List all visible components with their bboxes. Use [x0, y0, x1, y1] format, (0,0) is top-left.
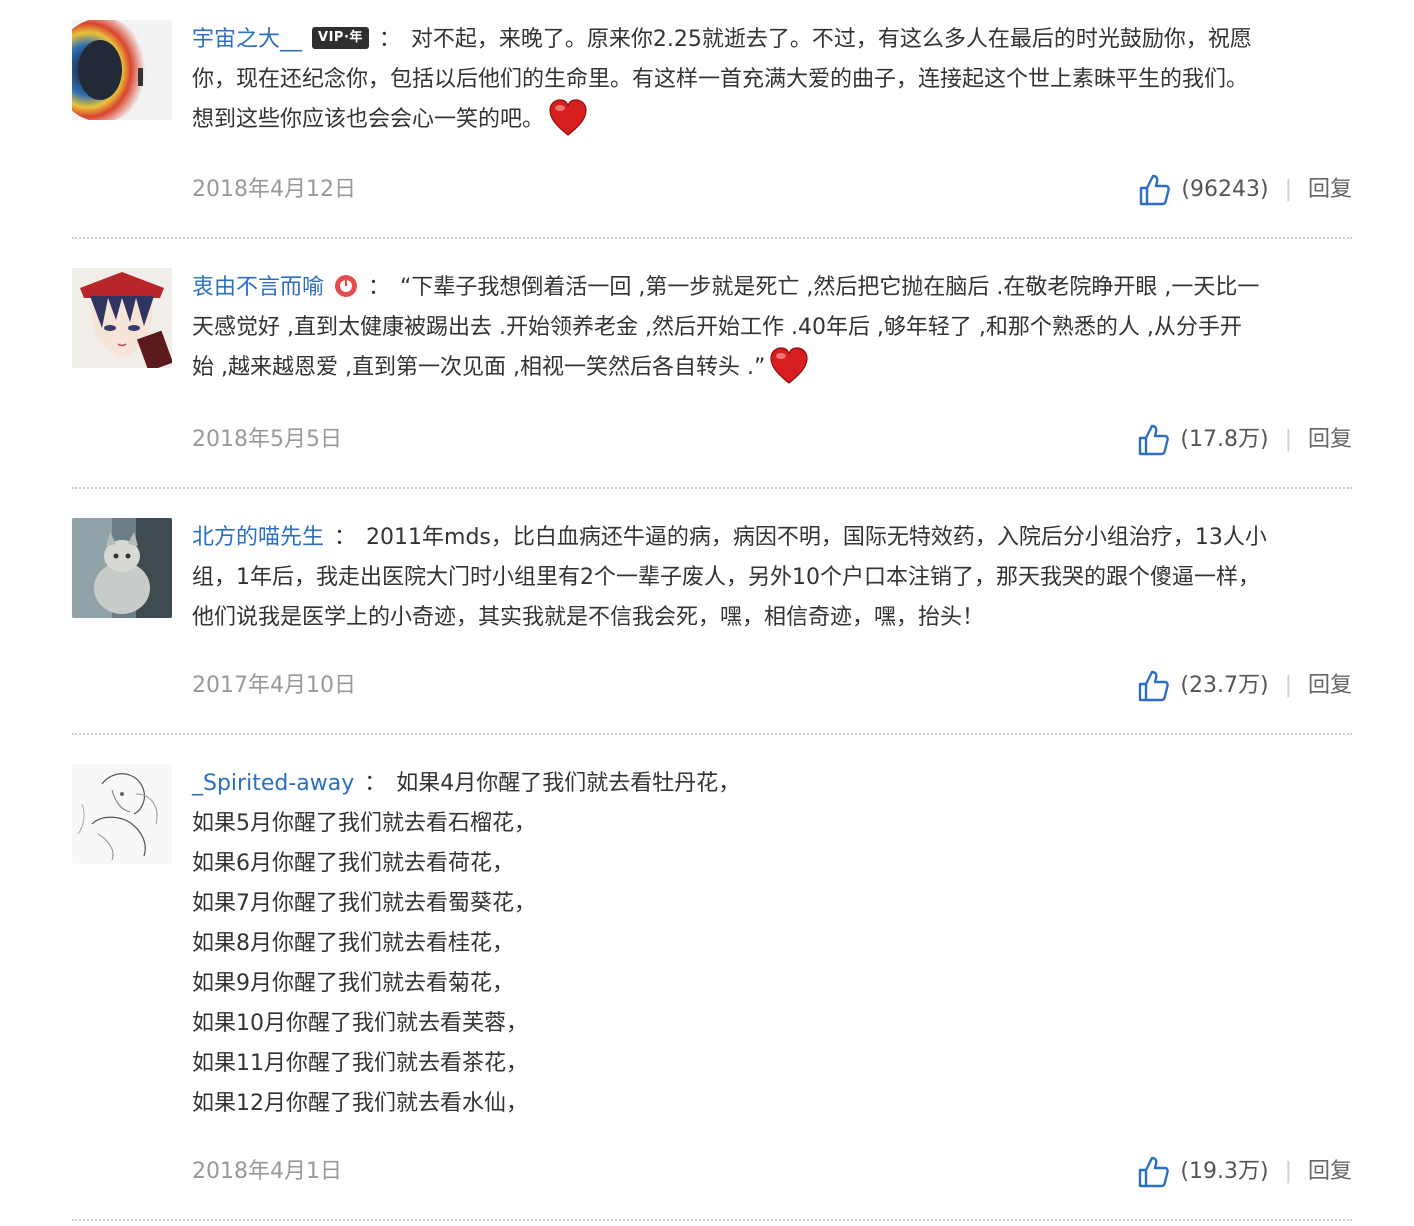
separator: | — [1284, 673, 1292, 698]
avatar[interactable] — [72, 20, 172, 120]
comment-text-line: 如果10月你醒了我们就去看芙蓉， — [192, 1011, 528, 1036]
like-count: (19.3万) — [1180, 1159, 1269, 1184]
comment-text-line: 如果6月你醒了我们就去看荷花， — [192, 851, 514, 876]
divider — [72, 1219, 1352, 1221]
avatar[interactable] — [72, 764, 172, 864]
separator: | — [1284, 427, 1292, 452]
username-link[interactable]: 北方的喵先生 — [192, 525, 324, 550]
comment-text-line: 他们说我是医学上的小奇迹，其实我就是不信我会死，嘿，相信奇迹，嘿，抬头！ — [192, 605, 985, 630]
avatar-image — [72, 764, 172, 864]
comment-text-line: 如果4月你醒了我们就去看牡丹花， — [396, 771, 741, 796]
comment-text-line: 如果5月你醒了我们就去看石榴花， — [192, 811, 536, 836]
thumbs-up-icon[interactable] — [1136, 423, 1170, 457]
like-count: (23.7万) — [1180, 673, 1269, 698]
colon: ： — [378, 27, 401, 52]
comment-text-line: 如果7月你醒了我们就去看蜀葵花， — [192, 891, 536, 916]
username-link[interactable]: 宇宙之大__ — [192, 27, 302, 52]
comment-content: _Spirited-away ： 如果4月你醒了我们就去看牡丹花， 如果5月你醒了我… — [192, 764, 1352, 1124]
avatar-image — [72, 20, 172, 120]
thumbs-up-icon[interactable] — [1136, 1155, 1170, 1189]
comment-text-line: 天感觉好 ,直到太健康被踢出去 .开始领养老金 ,然后开始工作 .40年后 ,够… — [192, 315, 1242, 340]
comment-text-line: 你，现在还纪念你，包括以后他们的生命里。有这样一首充满大爱的曲子，连接起这个世上… — [192, 67, 1249, 92]
divider — [72, 237, 1352, 239]
avatar[interactable] — [72, 518, 172, 618]
comment-text-line: 想到这些你应该也会会心一笑的吧。 — [192, 107, 545, 132]
divider — [72, 733, 1352, 735]
comment-text-line: 组，1年后，我走出医院大门时小组里有2个一辈子废人，另外10个户口本注销了，那天… — [192, 565, 1260, 590]
reply-link[interactable]: 回复 — [1308, 1152, 1352, 1192]
comment-content: 衷由不言而喻 ： “下辈子我想倒着活一回 ,第一步就是死亡 ,然后把它抛在脑后 .在… — [192, 268, 1352, 388]
reply-link[interactable]: 回复 — [1308, 420, 1352, 460]
avatar-image — [72, 268, 172, 368]
vip-year-badge: VIP·年 — [312, 27, 369, 49]
comment-date: 2018年5月5日 — [192, 427, 342, 452]
avatar-image — [72, 518, 172, 618]
like-count: (96243) — [1181, 177, 1269, 202]
avatar[interactable] — [72, 268, 172, 368]
comment-text-line: 如果11月你醒了我们就去看茶花， — [192, 1051, 528, 1076]
comment-date: 2018年4月12日 — [192, 177, 356, 202]
comment-date: 2017年4月10日 — [192, 673, 356, 698]
comment-meta: 2017年4月10日 (23.7万) | 回复 — [192, 666, 1352, 706]
thumbs-up-icon[interactable] — [1136, 669, 1170, 703]
reply-link[interactable]: 回复 — [1308, 170, 1352, 210]
comment-text-line: 对不起，来晚了。原来你2.25就逝去了。不过，有这么多人在最后的时光鼓励你，祝愿 — [410, 27, 1252, 52]
divider — [72, 487, 1352, 489]
heart-emoji-icon — [549, 99, 587, 136]
music-badge-icon — [335, 275, 358, 297]
comment-content: 北方的喵先生 ： 2011年mds，比白血病还牛逼的病，病因不明，国际无特效药，入院… — [192, 518, 1352, 638]
username-link[interactable]: _Spirited-away — [192, 771, 354, 796]
comment-meta: 2018年5月5日 (17.8万) | 回复 — [192, 420, 1352, 460]
comment-text-line: 如果8月你醒了我们就去看桂花， — [192, 931, 514, 956]
reply-link[interactable]: 回复 — [1308, 666, 1352, 706]
thumbs-up-icon[interactable] — [1137, 173, 1171, 207]
comment-date: 2018年4月1日 — [192, 1159, 342, 1184]
colon: ： — [334, 525, 357, 550]
separator: | — [1284, 177, 1292, 202]
username-link[interactable]: 衷由不言而喻 — [192, 275, 324, 300]
like-count: (17.8万) — [1180, 427, 1269, 452]
comment-text-line: 始 ,越来越恩爱 ,直到第一次见面 ,相视一笑然后各自转头 .” — [192, 355, 766, 380]
colon: ： — [364, 771, 387, 796]
separator: | — [1284, 1159, 1292, 1184]
colon: ： — [368, 275, 391, 300]
comment-text-line: “下辈子我想倒着活一回 ,第一步就是死亡 ,然后把它抛在脑后 .在敬老院睁开眼 … — [400, 275, 1260, 300]
comment-text-line: 2011年mds，比白血病还牛逼的病，病因不明，国际无特效药，入院后分小组治疗，… — [366, 525, 1267, 550]
comment-text-line: 如果9月你醒了我们就去看菊花， — [192, 971, 514, 996]
comment-meta: 2018年4月12日 (96243) | 回复 — [192, 170, 1352, 210]
comment-meta: 2018年4月1日 (19.3万) | 回复 — [192, 1152, 1352, 1192]
heart-emoji-icon — [770, 347, 808, 384]
comment-content: 宇宙之大__ VIP·年 ： 对不起，来晚了。原来你2.25就逝去了。不过，有这么多人… — [192, 20, 1352, 140]
comment-text-line: 如果12月你醒了我们就去看水仙， — [192, 1091, 528, 1116]
